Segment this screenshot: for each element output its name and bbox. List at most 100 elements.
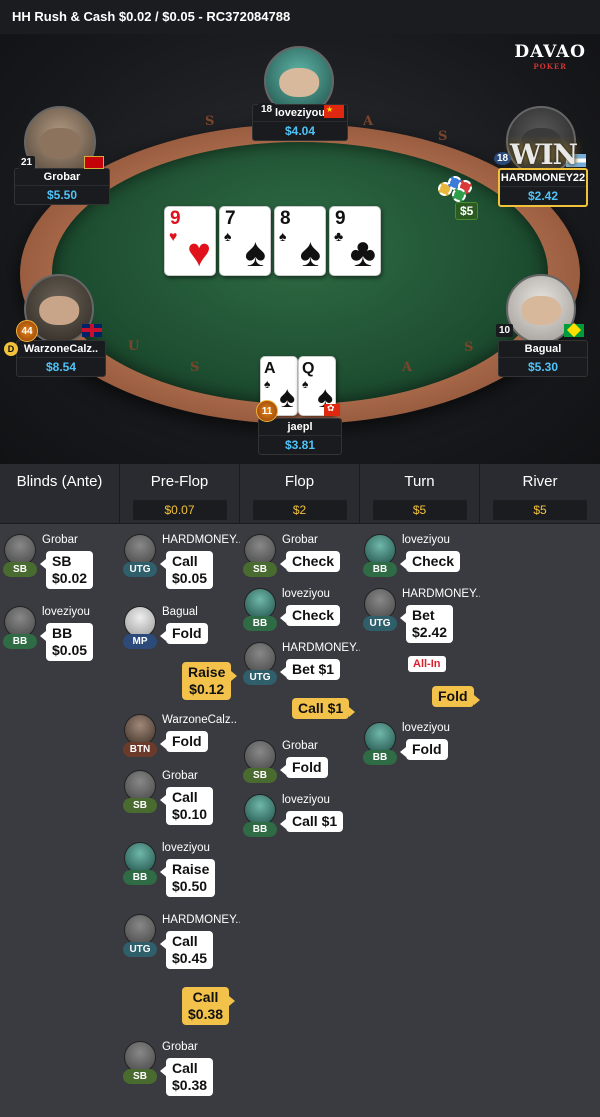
action-amount: $0.02 [52, 570, 88, 586]
card-suit-icon: ♠ [279, 228, 287, 244]
action-player-name: HARDMONEY.. [162, 534, 242, 546]
position-badge: UTG [123, 942, 157, 957]
action-player-name: loveziyou [282, 588, 330, 600]
action-amount: $0.10 [172, 806, 208, 822]
rail-letter: S [190, 360, 200, 375]
player-level: 18 [258, 103, 276, 116]
hero-action-bubble: Fold [432, 686, 480, 707]
davao-poker-logo: DAVAO POKER [514, 42, 586, 71]
action-player-name: Grobar [42, 534, 78, 546]
position-badge: SB [243, 562, 277, 577]
player-level-badge: 11 [256, 400, 278, 422]
card-suit-icon: ♠ [264, 377, 271, 391]
action-label: Check [292, 607, 335, 623]
action-label: Check [292, 553, 335, 569]
player-stack: $3.81 [259, 435, 341, 454]
action-label: SB [52, 553, 72, 569]
column-blinds: Blinds (Ante) SB Grobar SB $0.02 BB lovez… [0, 464, 120, 1117]
action-bubble: Fold [280, 757, 328, 778]
action-bubble: Fold [160, 623, 208, 644]
action-amount: $0.05 [172, 570, 208, 586]
action-label: Call [172, 933, 198, 949]
action-player-name: loveziyou [402, 534, 450, 546]
action-bubble: SB $0.02 [39, 551, 94, 589]
card-rank: 7 [225, 208, 236, 229]
column-body: UTG HARDMONEY.. Call $0.05 MP Bagual Fold… [120, 524, 242, 1117]
action-amount: $0.38 [188, 1006, 224, 1022]
card-suit-icon: ♠ [279, 381, 295, 414]
pot-amount: $5 [493, 500, 587, 520]
action-player-name: Grobar [282, 534, 318, 546]
column-body [480, 524, 600, 1117]
player-level-badge: 44 [16, 320, 38, 342]
board-card-3: 8 ♠ ♠ [274, 206, 326, 276]
position-badge: BB [243, 822, 277, 837]
hero-action-bubble: Call $1 [292, 698, 356, 719]
player-plate: Grobar $5.50 [14, 168, 110, 205]
player-name: jaepl [287, 421, 313, 433]
action-label: Fold [172, 733, 202, 749]
action-label: Call [172, 553, 198, 569]
player-name: HARDMONEY22 [500, 172, 586, 184]
column-preflop: Pre-Flop $0.07 UTG HARDMONEY.. Call $0.05… [120, 464, 242, 1117]
rail-letter: A [363, 114, 374, 129]
action-label: Fold [438, 688, 468, 704]
action-bubble: Call $1 [279, 811, 344, 832]
action-amount: $0.45 [172, 950, 208, 966]
flag-me-icon [84, 156, 104, 169]
action-label: Fold [172, 625, 202, 641]
card-suit-icon: ♠ [302, 377, 309, 391]
player-stack: $4.04 [253, 121, 347, 140]
player-name: Grobar [43, 171, 81, 183]
action-player-name: WarzoneCalz.. [162, 714, 237, 726]
action-player-name: Grobar [162, 1041, 198, 1053]
action-bubble: Call $0.45 [159, 931, 214, 969]
position-badge: BB [363, 750, 397, 765]
card-suit-icon: ♠ [224, 228, 232, 244]
flag-cn-icon: ★ [324, 105, 344, 118]
board-card-2: 7 ♠ ♠ [219, 206, 271, 276]
flag-br-icon [564, 322, 584, 338]
action-label: Call [172, 1060, 198, 1076]
action-label: Check [412, 553, 455, 569]
seat-right-bottom[interactable]: Bagual $5.30 10 [494, 274, 590, 384]
seat-left-bottom[interactable]: WarzoneCalz.. $8.54 44 D [4, 274, 108, 384]
action-player-name: HARDMONEY.. [162, 914, 242, 926]
action-player-name: HARDMONEY.. [282, 642, 362, 654]
bet-amount: $5 [455, 202, 479, 220]
pot-amount: $2 [252, 500, 347, 520]
action-player-name: loveziyou [162, 842, 210, 854]
action-amount: $2.42 [412, 624, 448, 640]
action-amount: $0.05 [52, 642, 88, 658]
position-badge: BB [3, 634, 37, 649]
hero-action-bubble: Call $0.38 [182, 987, 236, 1025]
position-badge: UTG [243, 670, 277, 685]
column-title: Turn [404, 473, 435, 490]
player-level: 18 [494, 152, 512, 165]
player-stack: $5.50 [15, 185, 109, 204]
action-player-name: Bagual [162, 606, 198, 618]
action-amount: $0.38 [172, 1077, 208, 1093]
column-title: River [522, 473, 558, 490]
seat-left-top[interactable]: Grobar $5.50 21 [14, 104, 110, 214]
action-amount: $0.50 [172, 878, 208, 894]
seat-hero[interactable]: A ♠ ♠ Q ♠ ♠ jaepl $3.81 11 ✿ [252, 356, 348, 464]
player-plate: HARDMONEY22 $2.42 [498, 168, 588, 207]
action-label: Bet [412, 607, 435, 623]
all-in-badge: All-In [408, 656, 446, 672]
logo-subtext: POKER [533, 62, 568, 71]
position-badge: SB [123, 1069, 157, 1084]
action-bubble: Fold [160, 731, 208, 752]
action-label: Fold [412, 741, 442, 757]
logo-text: DAVAO [514, 42, 586, 62]
player-level: 21 [18, 156, 36, 169]
card-suit-icon: ♣ [349, 231, 376, 275]
column-title: Blinds (Ante) [16, 473, 103, 490]
action-player-name: Grobar [162, 770, 198, 782]
position-badge: SB [243, 768, 277, 783]
pot-amount: $5 [372, 500, 467, 520]
card-rank: 8 [280, 208, 291, 229]
seat-top[interactable]: loveziyou $4.04 18 ★ [252, 44, 348, 144]
player-level: 10 [496, 324, 514, 337]
poker-table-area: DAVAO POKER S A S U S A S 9 ♥ ♥ 7 ♠ ♠ 8 … [0, 34, 600, 464]
